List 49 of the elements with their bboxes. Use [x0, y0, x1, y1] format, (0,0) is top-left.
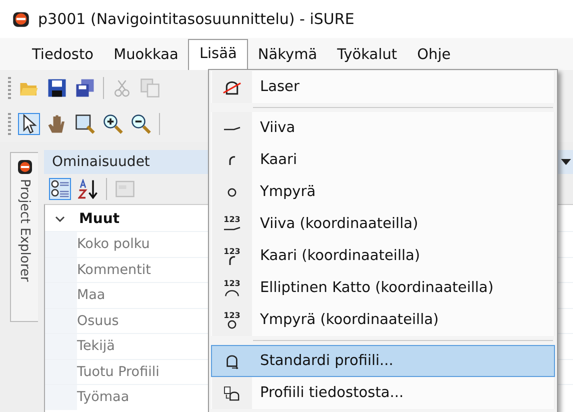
menu-item[interactable]: Ohje	[407, 41, 461, 70]
menu-option[interactable]: Profiili tiedostosta...	[211, 377, 555, 409]
property-name: Kommentit	[77, 262, 151, 278]
project-explorer-tab[interactable]: Project Explorer	[10, 152, 38, 322]
menu-option[interactable]: Ympyrä	[211, 176, 555, 208]
coordinates-label: 123	[224, 216, 240, 224]
zoom-out-icon[interactable]	[131, 114, 151, 134]
app-logo-icon	[16, 159, 32, 175]
menu-item[interactable]: Tiedosto	[22, 41, 104, 70]
chevron-icon[interactable]	[55, 216, 65, 222]
menu-item[interactable]: Muokkaa	[104, 41, 188, 70]
coordinates-label: 123	[224, 312, 240, 320]
pointer-icon[interactable]	[19, 114, 39, 134]
zoom-in-icon[interactable]	[103, 114, 123, 134]
property-name: Koko polku	[77, 236, 150, 252]
coordinates-label: 123	[224, 280, 240, 288]
menu-item[interactable]: Lisää	[188, 39, 248, 70]
menu-option[interactable]: 123 Viiva (koordinaateilla)	[211, 208, 555, 240]
menu-option[interactable]: Kaari	[211, 144, 555, 176]
elliptic-arc-icon	[223, 288, 241, 296]
menu-option[interactable]: Viiva	[211, 112, 555, 144]
arc-icon	[228, 156, 236, 164]
dropdown-arrow-icon[interactable]	[561, 159, 571, 165]
category-label: Muut	[79, 211, 120, 227]
file-profile-icon	[222, 386, 242, 400]
menu-option[interactable]: Standardi profiili...	[211, 345, 555, 377]
property-name: Työmaa	[77, 389, 130, 406]
save-icon[interactable]	[47, 78, 67, 98]
coordinates-label: 123	[224, 248, 240, 256]
zoom-window-icon[interactable]	[75, 114, 95, 134]
property-name: Maa	[77, 287, 106, 304]
menu-option[interactable]: 123 Elliptinen Katto (koordinaateilla)	[211, 272, 555, 304]
menu-option[interactable]: 123 Kaari (koordinaateilla)	[211, 240, 555, 272]
menu-item[interactable]: Näkymä	[248, 41, 328, 70]
property-name: Tuotu Profiili	[77, 364, 160, 380]
menu-option[interactable]: Laser	[211, 71, 555, 103]
categorized-icon[interactable]	[50, 179, 70, 199]
app-logo-icon	[12, 10, 30, 28]
laser-profile-icon	[222, 80, 242, 94]
property-name: Tekijä	[77, 338, 115, 354]
hand-icon[interactable]	[47, 114, 67, 134]
sort-az-icon[interactable]	[78, 179, 98, 199]
property-name: Osuus	[77, 312, 119, 329]
menu-option[interactable]: 123 Ympyrä (koordinaateilla)	[211, 304, 555, 336]
save-all-icon[interactable]	[75, 78, 95, 98]
panel-title: Ominaisuudet	[52, 154, 150, 170]
window-title: p3001 (Navigointitasosuunnittelu) - iSURE	[38, 10, 354, 28]
menu-item[interactable]: Työkalut	[327, 41, 408, 70]
arc-icon	[228, 256, 236, 264]
